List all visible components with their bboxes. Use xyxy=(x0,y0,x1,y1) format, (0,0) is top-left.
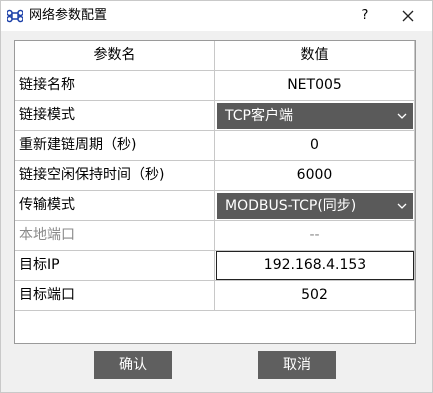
local-port-field: -- xyxy=(215,221,415,251)
header-value: 数值 xyxy=(215,41,415,71)
dropdown-value: TCP客户端 xyxy=(225,108,293,124)
window-title: 网络参数配置 xyxy=(29,8,108,23)
row-label: 重新建链周期（秒) xyxy=(15,131,215,161)
table-row: 链接名称 NET005 xyxy=(15,71,415,101)
chevron-down-icon xyxy=(397,203,407,209)
table-row: 传输模式 MODBUS-TCP(同步) xyxy=(15,191,415,221)
network-config-dialog: 网络参数配置 ? 参数名 数值 链接名称 NET005 链接模式 TCP客户端 … xyxy=(0,0,433,393)
command-icon xyxy=(7,9,23,23)
table-row: 链接空闲保持时间（秒) 6000 xyxy=(15,161,415,191)
header-param-name: 参数名 xyxy=(15,41,215,71)
transport-mode-dropdown[interactable]: MODBUS-TCP(同步) xyxy=(217,193,413,219)
chevron-down-icon xyxy=(397,113,407,119)
target-port-field[interactable]: 502 xyxy=(215,281,415,311)
idle-keep-time-field[interactable]: 6000 xyxy=(215,161,415,191)
row-label: 链接模式 xyxy=(15,101,215,131)
row-label: 目标IP xyxy=(15,251,215,281)
cancel-button[interactable]: 取消 xyxy=(258,351,336,379)
parameter-table: 参数名 数值 链接名称 NET005 链接模式 TCP客户端 重新建链周期（秒)… xyxy=(14,40,416,344)
confirm-button[interactable]: 确认 xyxy=(94,351,172,379)
row-label: 链接空闲保持时间（秒) xyxy=(15,161,215,191)
table-row: 目标端口 502 xyxy=(15,281,415,311)
help-button[interactable]: ? xyxy=(347,1,383,31)
table-row: 重新建链周期（秒) 0 xyxy=(15,131,415,161)
close-icon[interactable] xyxy=(385,1,431,31)
target-ip-field[interactable]: 192.168.4.153 xyxy=(216,251,414,280)
dropdown-value: MODBUS-TCP(同步) xyxy=(225,198,357,214)
title-bar: 网络参数配置 ? xyxy=(1,1,432,31)
table-row: 链接模式 TCP客户端 xyxy=(15,101,415,131)
link-name-field[interactable]: NET005 xyxy=(215,71,415,101)
link-mode-dropdown[interactable]: TCP客户端 xyxy=(217,103,413,129)
reconnect-period-field[interactable]: 0 xyxy=(215,131,415,161)
table-header-row: 参数名 数值 xyxy=(15,41,415,71)
table-row: 目标IP 192.168.4.153 xyxy=(15,251,415,281)
row-label: 传输模式 xyxy=(15,191,215,221)
row-label: 本地端口 xyxy=(15,221,215,251)
row-label: 链接名称 xyxy=(15,71,215,101)
table-row: 本地端口 -- xyxy=(15,221,415,251)
row-label: 目标端口 xyxy=(15,281,215,311)
